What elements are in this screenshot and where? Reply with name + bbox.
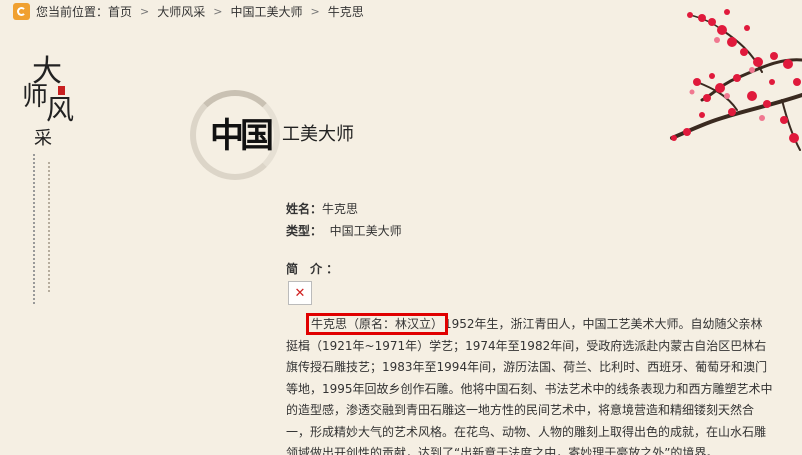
seal-stamp: [58, 86, 65, 95]
chevron-right-icon: >: [213, 4, 223, 18]
header-subtitle: 工美大师: [282, 124, 354, 145]
side-title-logo: 大 师 风 采: [18, 42, 88, 312]
intro-label: 简 介：: [286, 262, 343, 276]
breadcrumb-current: 牛克思: [327, 4, 364, 19]
decorative-divider: [48, 162, 50, 292]
type-label: 类型：: [286, 224, 323, 238]
name-value: 牛克思: [322, 202, 359, 216]
highlighted-name: 牛克思（原名：林汉立）: [305, 313, 449, 335]
breadcrumb-category-link[interactable]: 中国工美大师: [230, 3, 302, 20]
location-icon: [13, 2, 30, 20]
bio-text: 1952年生，浙江青田人，中国工艺美术大师。自幼随父亲林挺楫（1921年~197…: [286, 317, 773, 455]
type-field: 类型： 中国工美大师: [286, 222, 402, 239]
breadcrumb-masters-link[interactable]: 大师风采: [157, 3, 205, 20]
name-label: 姓名：: [286, 202, 323, 216]
broken-image-icon: ✕: [288, 281, 312, 305]
breadcrumb-home-link[interactable]: 首页: [108, 3, 132, 20]
plum-blossom-decoration: [670, 9, 802, 151]
type-value: 中国工美大师: [329, 224, 402, 238]
chevron-right-icon: >: [140, 4, 150, 18]
header-calligraphy: 中国: [210, 116, 274, 156]
decorative-divider: [33, 154, 35, 304]
bio-paragraph: 牛克思（原名：林汉立）1952年生，浙江青田人，中国工艺美术大师。自幼随父亲林挺…: [286, 313, 774, 455]
side-title-char: 师: [22, 82, 49, 112]
chevron-right-icon: >: [310, 4, 320, 18]
side-title-char: 采: [34, 128, 52, 149]
breadcrumb-prefix: 您当前位置：: [36, 4, 109, 19]
name-field: 姓名：牛克思: [286, 200, 358, 217]
